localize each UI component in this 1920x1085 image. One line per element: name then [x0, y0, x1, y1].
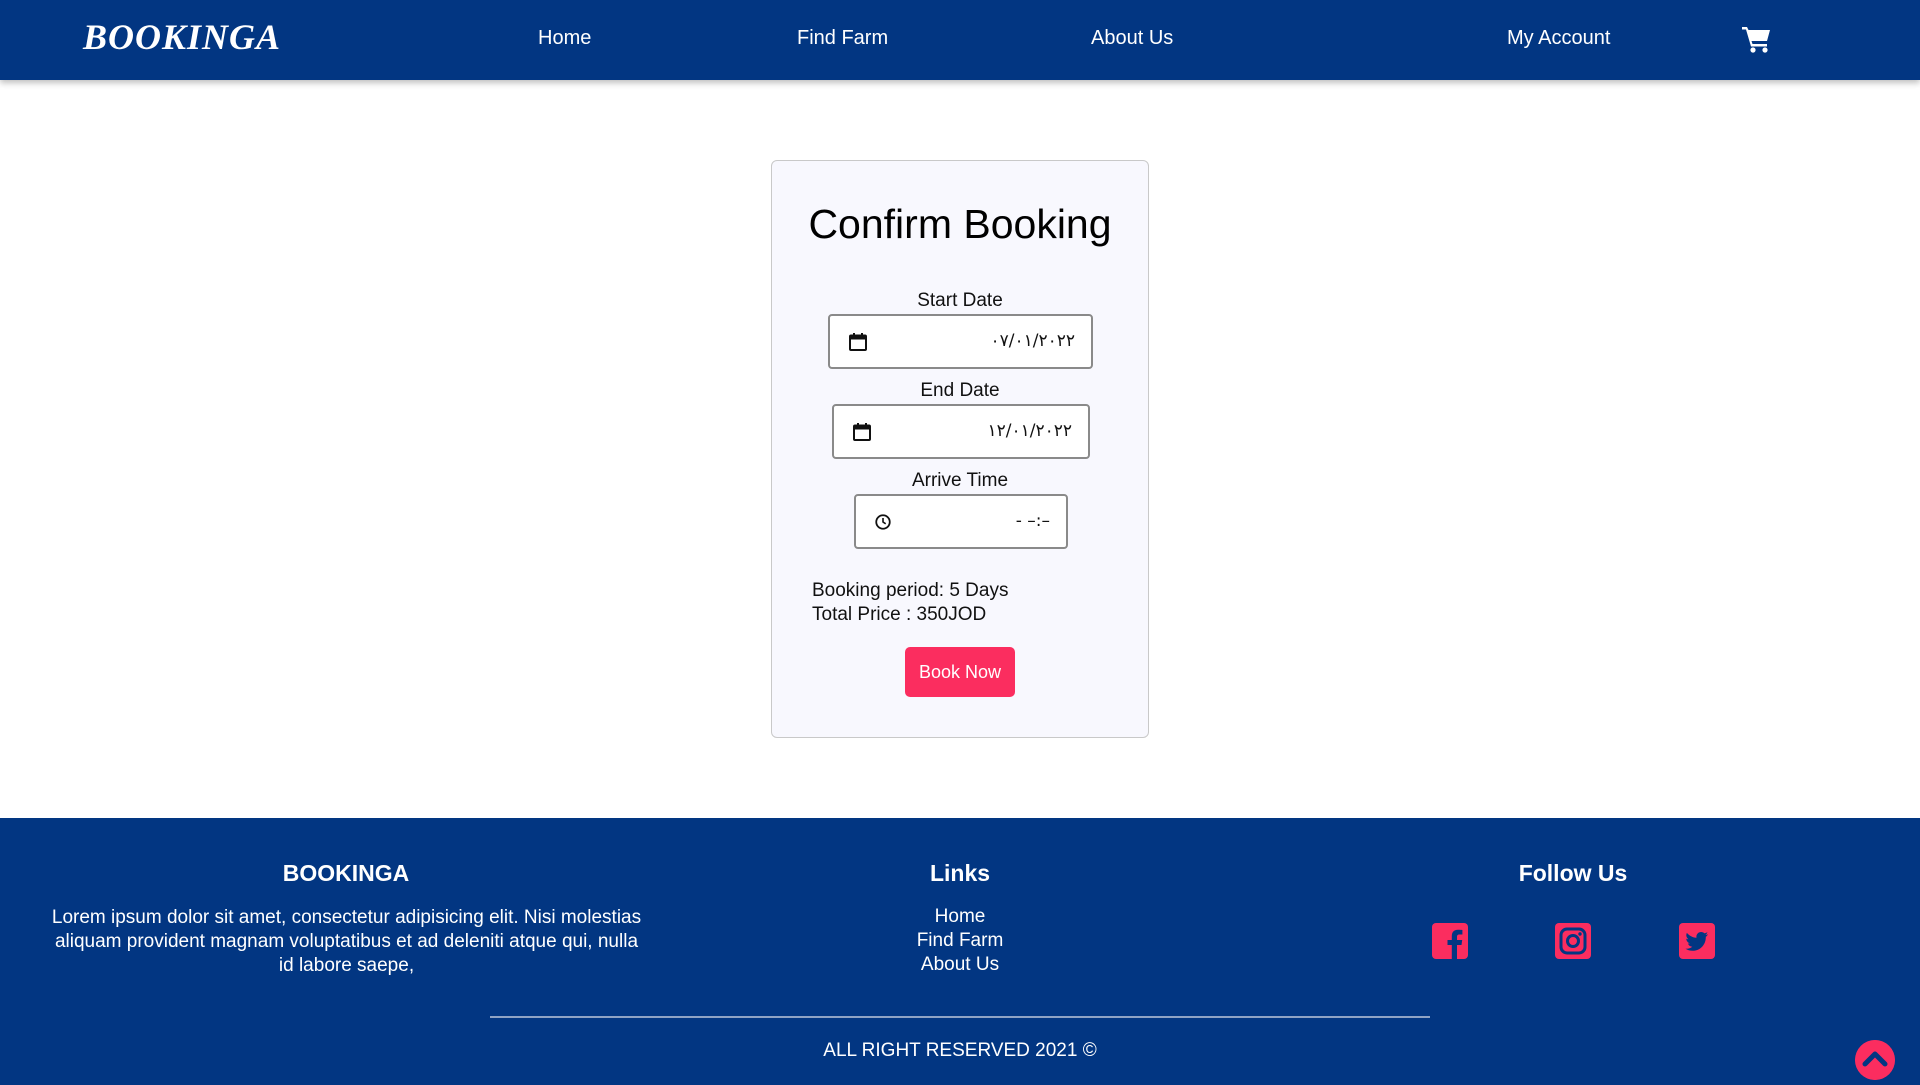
- arrive-time-value: - –:–: [1015, 511, 1050, 531]
- total-price-text: Total Price : 350JOD: [812, 604, 987, 625]
- site-footer: BOOKINGA Lorem ipsum dolor sit amet, con…: [0, 818, 1920, 1085]
- footer-brand-title: BOOKINGA: [282, 860, 410, 886]
- top-navbar: BOOKINGA Home Find Farm About Us My Acco…: [0, 0, 1920, 80]
- footer-link-home[interactable]: Home: [860, 906, 1060, 928]
- confirm-booking-card: Confirm Booking Start Date ٠٧/٠١/٢٠٢٢ En…: [771, 160, 1149, 738]
- arrive-time-input[interactable]: - –:–: [854, 494, 1068, 549]
- nav-link-my-account[interactable]: My Account: [1507, 27, 1610, 50]
- nav-link-find-farm[interactable]: Find Farm: [797, 27, 888, 50]
- start-date-value: ٠٧/٠١/٢٠٢٢: [990, 331, 1075, 351]
- clock-icon[interactable]: [874, 513, 892, 531]
- footer-follow-title: Follow Us: [1518, 860, 1628, 886]
- booking-period-text: Booking period: 5 Days: [812, 580, 1009, 601]
- footer-about-text: Lorem ipsum dolor sit amet, consectetur …: [51, 907, 642, 976]
- footer-link-about-us[interactable]: About Us: [860, 954, 1060, 976]
- shopping-cart-icon[interactable]: [1742, 25, 1772, 53]
- end-date-value: ١٢/٠١/٢٠٢٢: [987, 421, 1072, 441]
- nav-link-home[interactable]: Home: [538, 27, 591, 50]
- facebook-icon[interactable]: [1431, 922, 1469, 960]
- twitter-icon[interactable]: [1678, 922, 1716, 960]
- book-now-button[interactable]: Book Now: [905, 647, 1015, 697]
- page-title: Confirm Booking: [808, 201, 1112, 247]
- end-date-input[interactable]: ١٢/٠١/٢٠٢٢: [832, 404, 1090, 459]
- footer-link-find-farm[interactable]: Find Farm: [860, 930, 1060, 952]
- copyright-text: ALL RIGHT RESERVED 2021 ©: [823, 1040, 1097, 1061]
- start-date-label: Start Date: [917, 290, 1003, 311]
- nav-link-about-us[interactable]: About Us: [1091, 27, 1173, 50]
- footer-divider: [490, 1016, 1430, 1018]
- footer-links-title: Links: [929, 860, 991, 886]
- scroll-to-top-button[interactable]: [1855, 1040, 1895, 1080]
- start-date-input[interactable]: ٠٧/٠١/٢٠٢٢: [828, 314, 1093, 369]
- calendar-icon[interactable]: [852, 422, 872, 442]
- calendar-icon[interactable]: [848, 332, 868, 352]
- instagram-icon[interactable]: [1554, 922, 1592, 960]
- arrive-time-label: Arrive Time: [911, 470, 1009, 491]
- end-date-label: End Date: [920, 380, 1000, 401]
- brand-logo[interactable]: BOOKINGA: [83, 16, 281, 58]
